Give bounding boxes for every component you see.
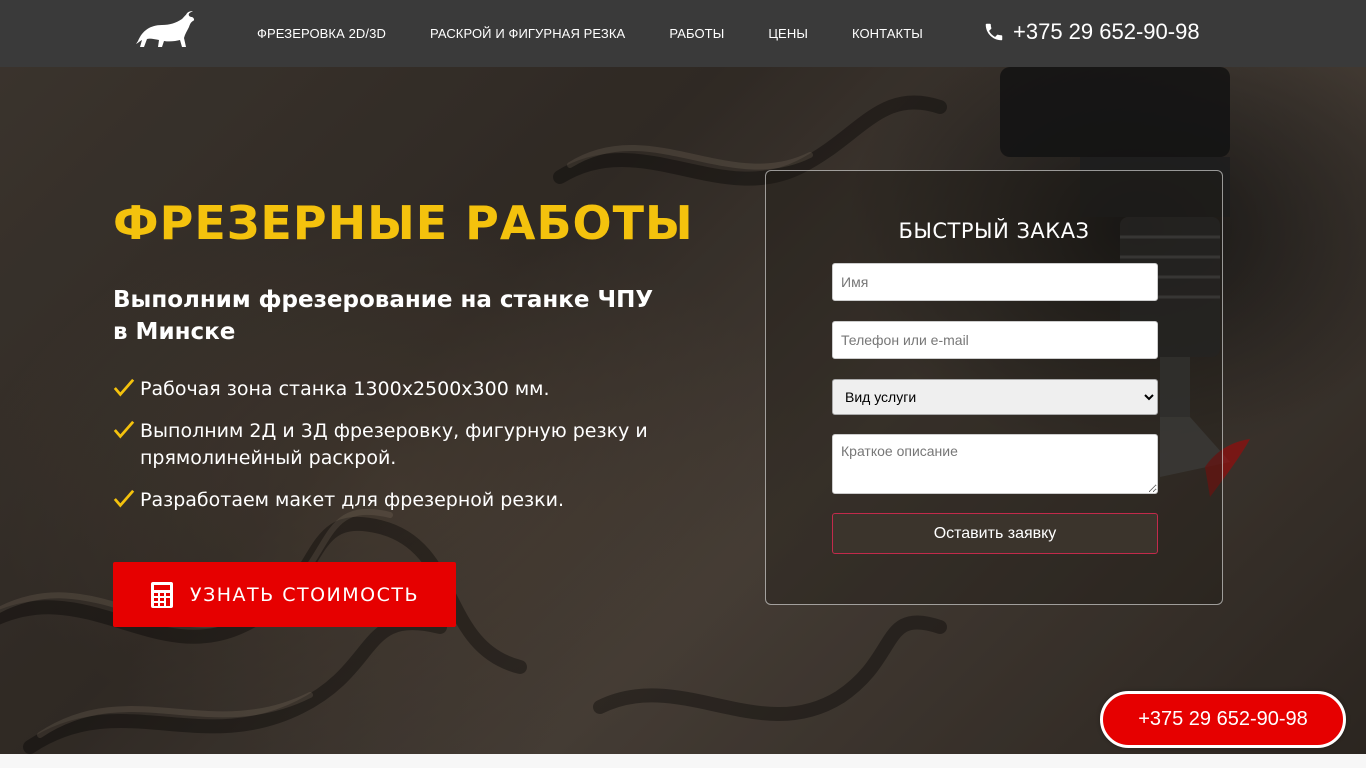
checkmark-icon xyxy=(113,420,135,439)
feature-item: Рабочая зона станка 1300х2500х300 мм. xyxy=(113,376,673,403)
hero-subtitle: Выполним фрезерование на станке ЧПУ в Ми… xyxy=(113,287,654,345)
quick-order-form: БЫСТРЫЙ ЗАКАЗ Вид услуги Оставить заявку xyxy=(765,170,1223,605)
submit-order-button[interactable]: Оставить заявку xyxy=(832,513,1158,554)
contact-input[interactable] xyxy=(832,321,1158,359)
header-phone[interactable]: +375 29 652-90-98 xyxy=(983,19,1200,45)
feature-item: Выполним 2Д и 3Д фрезеровку, фигурную ре… xyxy=(113,418,673,472)
name-input[interactable] xyxy=(832,263,1158,301)
floating-phone-button[interactable]: +375 29 652-90-98 xyxy=(1100,691,1346,748)
get-price-label: УЗНАТЬ СТОИМОСТЬ xyxy=(189,583,420,606)
nav-item-contacts[interactable]: КОНТАКТЫ xyxy=(852,26,923,41)
page-bottom-strip xyxy=(0,754,1366,768)
main-nav: ФРЕЗЕРОВКА 2D/3D РАСКРОЙ И ФИГУРНАЯ РЕЗК… xyxy=(257,0,967,67)
feature-text: Выполним 2Д и 3Д фрезеровку, фигурную ре… xyxy=(140,420,648,469)
header-phone-number: +375 29 652-90-98 xyxy=(1013,19,1200,44)
service-select[interactable]: Вид услуги xyxy=(832,379,1158,415)
bull-logo-icon[interactable] xyxy=(134,11,196,51)
nav-item-works[interactable]: РАБОТЫ xyxy=(669,26,724,41)
form-title: БЫСТРЫЙ ЗАКАЗ xyxy=(898,219,1090,243)
phone-icon xyxy=(985,23,1003,41)
nav-item-milling[interactable]: ФРЕЗЕРОВКА 2D/3D xyxy=(257,26,386,41)
features-list: Рабочая зона станка 1300х2500х300 мм. Вы… xyxy=(113,376,673,529)
feature-text: Разработаем макет для фрезерной резки. xyxy=(140,489,565,511)
calculator-icon xyxy=(150,581,173,608)
nav-item-cutting[interactable]: РАСКРОЙ И ФИГУРНАЯ РЕЗКА xyxy=(430,26,625,41)
description-textarea[interactable] xyxy=(832,434,1158,494)
checkmark-icon xyxy=(113,378,135,397)
feature-item: Разработаем макет для фрезерной резки. xyxy=(113,487,673,514)
site-header: ФРЕЗЕРОВКА 2D/3D РАСКРОЙ И ФИГУРНАЯ РЕЗК… xyxy=(0,0,1366,67)
hero-title: ФРЕЗЕРНЫЕ РАБОТЫ xyxy=(113,196,694,250)
checkmark-icon xyxy=(113,489,135,508)
get-price-button[interactable]: УЗНАТЬ СТОИМОСТЬ xyxy=(113,562,456,627)
feature-text: Рабочая зона станка 1300х2500х300 мм. xyxy=(140,378,550,400)
nav-item-prices[interactable]: ЦЕНЫ xyxy=(768,26,808,41)
